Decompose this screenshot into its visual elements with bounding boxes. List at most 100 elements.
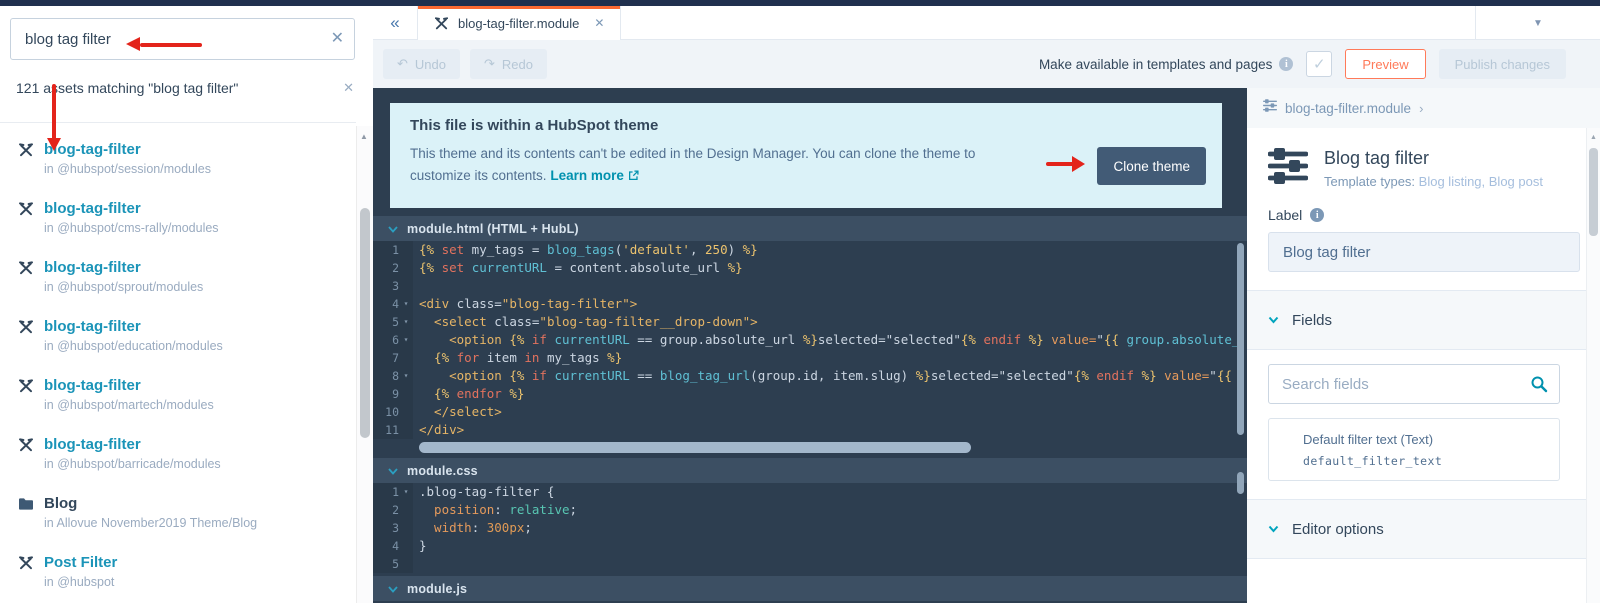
fold-caret-icon[interactable]: ▾ — [399, 331, 413, 349]
clone-theme-button[interactable]: Clone theme — [1097, 147, 1206, 185]
fields-section-header[interactable]: Fields — [1247, 290, 1600, 350]
theme-warning-banner: This file is within a HubSpot theme This… — [390, 103, 1222, 208]
code-line[interactable]: 9 {% endfor %} — [373, 385, 1247, 403]
fold-caret-icon[interactable]: ▾ — [399, 313, 413, 331]
line-number: 3 — [392, 279, 399, 293]
code-line[interactable]: 10 </select> — [373, 403, 1247, 421]
folder-icon — [18, 496, 34, 512]
asset-name[interactable]: Blog — [44, 494, 356, 513]
breadcrumb-module-link[interactable]: blog-tag-filter.module — [1285, 101, 1411, 116]
code-line[interactable]: 7 {% for item in my_tags %} — [373, 349, 1247, 367]
undo-button[interactable]: ↶ Undo — [383, 49, 460, 79]
info-icon[interactable]: i — [1279, 57, 1294, 71]
asset-name[interactable]: blog-tag-filter — [44, 376, 356, 395]
editor-vscrollbar-thumb[interactable] — [1237, 243, 1244, 435]
module-icon — [434, 16, 449, 31]
asset-name[interactable]: blog-tag-filter — [44, 199, 356, 218]
learn-more-link[interactable]: Learn more — [550, 168, 624, 183]
code-section-header[interactable]: module.js — [373, 576, 1247, 601]
code-line[interactable]: 5 — [373, 555, 1247, 573]
asset-path: in @hubspot/martech/modules — [44, 398, 214, 412]
scroll-up-arrow-icon[interactable]: ▲ — [1590, 134, 1597, 141]
asset-name[interactable]: blog-tag-filter — [44, 435, 356, 454]
asset-name[interactable]: Post Filter — [44, 553, 356, 572]
redo-button[interactable]: ↷ Redo — [469, 49, 547, 79]
search-icon[interactable] — [1530, 375, 1548, 393]
code-line[interactable]: 2 position: relative; — [373, 501, 1247, 519]
code-line[interactable]: 3 width: 300px; — [373, 519, 1247, 537]
tab-overflow-dropdown[interactable]: ▼ — [1475, 6, 1600, 40]
make-available-checkbox[interactable]: ✓ — [1306, 51, 1333, 77]
code-line[interactable]: 5 ▾ <select class="blog-tag-filter__drop-… — [373, 313, 1247, 331]
code-line[interactable]: 11 </div> — [373, 421, 1247, 439]
inspector-scrollbar-thumb[interactable] — [1589, 148, 1598, 236]
fields-body: Default filter text (Text) default_filte… — [1247, 350, 1600, 481]
annotation-arrow-clone — [1046, 162, 1074, 166]
asset-list-item[interactable]: blog-tag-filter in @hubspot/cms-rally/mod… — [0, 199, 356, 258]
search-clear-icon[interactable]: ✕ — [331, 28, 344, 48]
code-text: {% set currentURL = content.absolute_url… — [419, 260, 743, 275]
editor-hscrollbar-thumb[interactable] — [419, 442, 971, 453]
label-input[interactable] — [1269, 243, 1579, 261]
code-editor-panel: This file is within a HubSpot theme This… — [373, 88, 1247, 603]
fold-gutter — [399, 555, 413, 573]
tab-blog-tag-filter-module[interactable]: blog-tag-filter.module ✕ — [418, 6, 622, 40]
sidebar-scrollbar-thumb[interactable] — [360, 208, 370, 438]
asset-list-item[interactable]: blog-tag-filter in @hubspot/martech/modul… — [0, 376, 356, 435]
asset-name[interactable]: blog-tag-filter — [44, 140, 356, 159]
fold-gutter — [399, 259, 413, 277]
code-line[interactable]: 4 ▾ <div class="blog-tag-filter"> — [373, 295, 1247, 313]
fold-caret-icon[interactable]: ▾ — [399, 483, 413, 501]
template-types-value[interactable]: Blog listing, Blog post — [1419, 174, 1543, 189]
code-line[interactable]: 1 {% set my_tags = blog_tags('default', 2… — [373, 241, 1247, 259]
label-info-icon[interactable]: i — [1310, 208, 1325, 222]
annotation-arrow-search — [140, 43, 202, 47]
annotation-arrow-clone-head — [1072, 156, 1085, 172]
fold-caret-icon[interactable]: ▾ — [399, 295, 413, 313]
toolbar-right-group: Make available in templates and pages i … — [1039, 49, 1566, 79]
publish-changes-button[interactable]: Publish changes — [1438, 49, 1566, 79]
tab-close-icon[interactable]: ✕ — [594, 16, 604, 30]
asset-list-item[interactable]: Blog in Allovue November2019 Theme/Blog — [0, 494, 356, 553]
code-line[interactable]: 1 ▾ .blog-tag-filter { — [373, 483, 1247, 501]
collapse-sidebar-button[interactable]: « — [373, 6, 418, 40]
code-line[interactable]: 3 — [373, 277, 1247, 295]
line-number: 5 — [392, 315, 399, 329]
asset-list-item[interactable]: Post Filter in @hubspot — [0, 553, 356, 603]
breadcrumb-chevron-icon: › — [1419, 100, 1424, 116]
editor-vscrollbar-thumb-css[interactable] — [1237, 472, 1244, 494]
asset-name[interactable]: blog-tag-filter — [44, 317, 356, 336]
editor-options-section-header[interactable]: Editor options — [1247, 499, 1600, 559]
code-section-title: module.html (HTML + HubL) — [407, 221, 579, 236]
code-lines[interactable]: 1 {% set my_tags = blog_tags('default', 2… — [373, 241, 1247, 439]
fold-gutter — [399, 421, 413, 439]
sidebar-scrollbar[interactable]: ▲ — [356, 126, 373, 603]
field-card-default-filter-text[interactable]: Default filter text (Text) default_filte… — [1268, 418, 1560, 481]
code-text: <option {% if currentURL == blog_tag_url… — [419, 368, 1232, 383]
results-close-icon[interactable]: ✕ — [343, 80, 354, 96]
code-section-header[interactable]: module.html (HTML + HubL) — [373, 216, 1247, 241]
code-lines[interactable]: 1 ▾ .blog-tag-filter {2 position: relative… — [373, 483, 1247, 573]
code-text: <option {% if currentURL == group.absolu… — [419, 332, 1240, 347]
code-line[interactable]: 6 ▾ <option {% if currentURL == group.abs… — [373, 331, 1247, 349]
preview-button[interactable]: Preview — [1345, 49, 1426, 79]
asset-list-item[interactable]: blog-tag-filter in @hubspot/sprout/module… — [0, 258, 356, 317]
line-number: 2 — [392, 503, 399, 517]
line-number: 11 — [385, 423, 399, 437]
asset-search-box: ✕ — [10, 18, 355, 60]
scroll-up-arrow-icon[interactable]: ▲ — [360, 132, 368, 141]
code-line[interactable]: 2 {% set currentURL = content.absolute_ur… — [373, 259, 1247, 277]
search-fields-input[interactable] — [1269, 375, 1559, 393]
banner-body-line2: customize its contents. — [410, 168, 547, 183]
asset-path: in Allovue November2019 Theme/Blog — [44, 516, 258, 530]
code-line[interactable]: 4} — [373, 537, 1247, 555]
tab-label: blog-tag-filter.module — [458, 15, 580, 31]
asset-name[interactable]: blog-tag-filter — [44, 258, 356, 277]
code-section-header[interactable]: module.css — [373, 458, 1247, 483]
asset-list-item[interactable]: blog-tag-filter in @hubspot/barricade/mod… — [0, 435, 356, 494]
asset-list-item[interactable]: blog-tag-filter in @hubspot/education/mod… — [0, 317, 356, 376]
inspector-scrollbar[interactable]: ▲ — [1586, 128, 1600, 603]
fold-caret-icon[interactable]: ▾ — [399, 367, 413, 385]
code-line[interactable]: 8 ▾ <option {% if currentURL == blog_tag_… — [373, 367, 1247, 385]
